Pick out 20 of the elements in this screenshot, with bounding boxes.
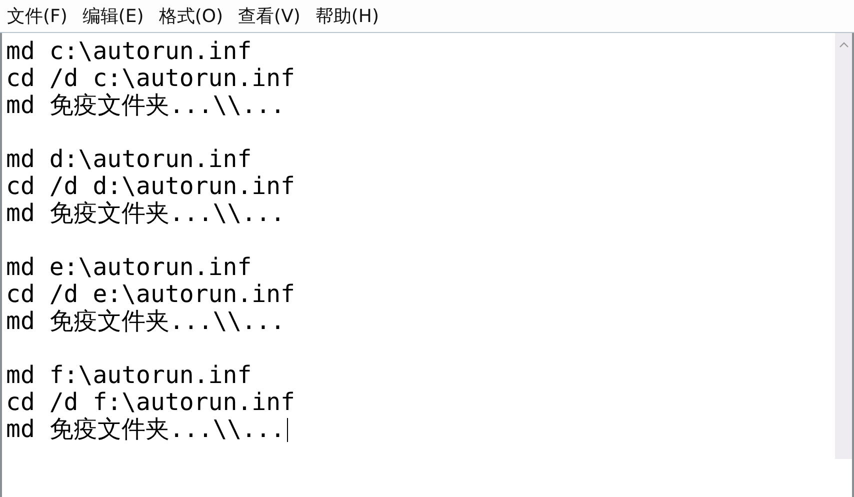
menu-item[interactable]: 帮助(H)	[314, 4, 380, 28]
menu-item[interactable]: 文件(F)	[6, 4, 68, 28]
vertical-scrollbar[interactable]	[835, 33, 852, 459]
text-editor[interactable]	[0, 33, 854, 497]
text-line: md f:\autorun.inf	[6, 362, 252, 389]
text-line: cd /d d:\autorun.inf	[6, 173, 295, 200]
text-line: md 免疫文件夹...\\...	[6, 200, 285, 227]
scroll-up-icon[interactable]	[838, 42, 848, 48]
text-line: md e:\autorun.inf	[6, 254, 252, 281]
text-line: md d:\autorun.inf	[6, 146, 252, 173]
text-line: md 免疫文件夹...\\...	[6, 416, 285, 443]
menu-item[interactable]: 查看(V)	[237, 4, 302, 28]
text-line: md 免疫文件夹...\\...	[6, 308, 285, 335]
text-line: cd /d e:\autorun.inf	[6, 281, 295, 308]
text-line: cd /d f:\autorun.inf	[6, 389, 295, 416]
text-line: md c:\autorun.inf	[6, 38, 252, 65]
text-line: cd /d c:\autorun.inf	[6, 65, 295, 92]
menu-item[interactable]: 编辑(E)	[81, 4, 145, 28]
text-line: md 免疫文件夹...\\...	[6, 92, 285, 119]
menu-item[interactable]: 格式(O)	[158, 4, 224, 28]
